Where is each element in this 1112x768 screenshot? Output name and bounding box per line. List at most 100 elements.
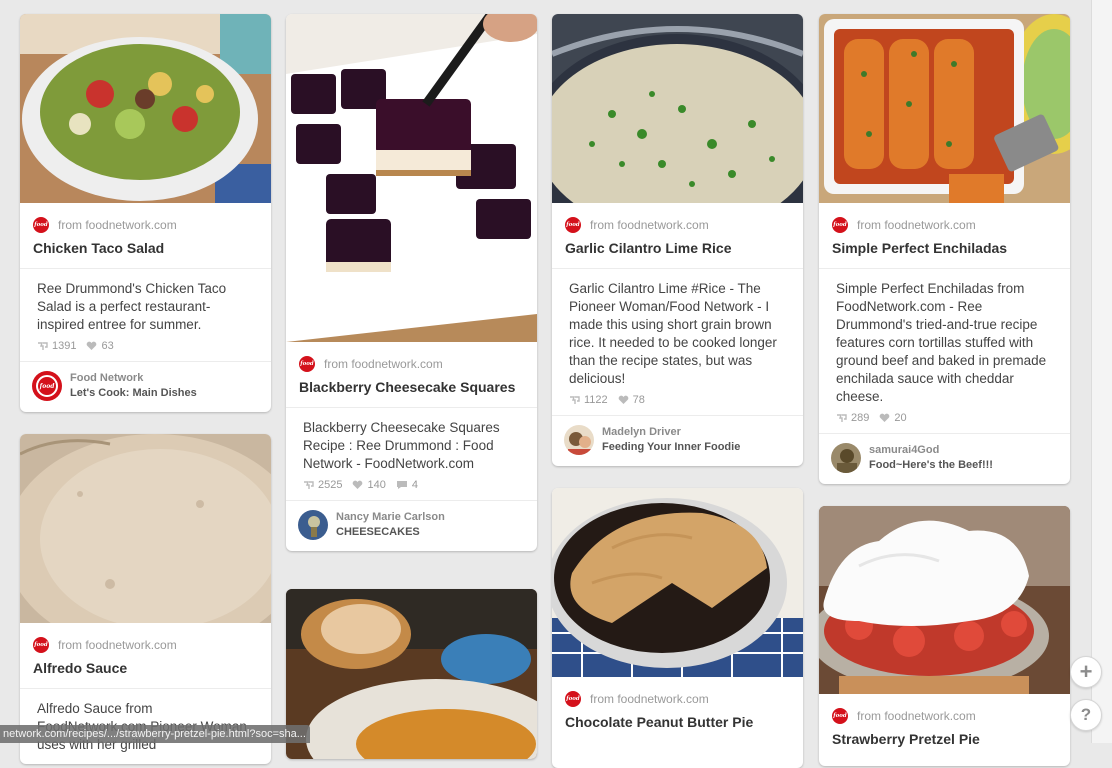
pin-image[interactable] bbox=[819, 14, 1070, 203]
pin-source[interactable]: food from foodnetwork.com bbox=[819, 694, 1070, 724]
pin-title[interactable]: Garlic Cilantro Lime Rice bbox=[552, 233, 803, 268]
pin-description: Ree Drummond's Chicken Taco Salad is a p… bbox=[37, 281, 227, 332]
add-button[interactable]: + bbox=[1070, 656, 1102, 688]
pin-image[interactable] bbox=[286, 14, 537, 342]
heart-icon bbox=[618, 395, 628, 404]
pin-stats: 289 20 bbox=[819, 410, 1070, 433]
like-count: 78 bbox=[618, 394, 645, 406]
pin-source[interactable]: food from foodnetwork.com bbox=[552, 677, 803, 707]
pin-source[interactable]: food from foodnetwork.com bbox=[20, 623, 271, 653]
pin-image[interactable] bbox=[20, 14, 271, 203]
repin-icon bbox=[304, 481, 314, 489]
pinner-info[interactable]: Nancy Marie Carlson CHEESECAKES bbox=[286, 501, 537, 551]
salad-image bbox=[20, 14, 271, 203]
question-icon: ? bbox=[1080, 705, 1092, 724]
pin-title[interactable]: Chocolate Peanut Butter Pie bbox=[552, 707, 803, 742]
pinner-info[interactable]: Madelyn Driver Feeding Your Inner Foodie bbox=[552, 416, 803, 466]
scrollbar[interactable] bbox=[1091, 0, 1112, 743]
pin-stats: 1391 63 bbox=[20, 338, 271, 361]
help-button[interactable]: ? bbox=[1070, 699, 1102, 731]
food-network-logo-icon: food bbox=[565, 217, 581, 233]
pin-title[interactable]: Strawberry Pretzel Pie bbox=[819, 724, 1070, 759]
like-count: 63 bbox=[86, 340, 114, 352]
repin-icon bbox=[837, 414, 847, 422]
pinner-avatar-image bbox=[831, 443, 861, 473]
plus-icon: + bbox=[1079, 659, 1093, 684]
pin-source[interactable]: food from foodnetwork.com bbox=[819, 203, 1070, 233]
food-network-logo-icon: food bbox=[565, 691, 581, 707]
heart-icon bbox=[353, 480, 363, 489]
board-name[interactable]: Let's Cook: Main Dishes bbox=[70, 386, 197, 401]
like-count: 20 bbox=[879, 412, 907, 424]
pin-card[interactable] bbox=[286, 589, 537, 759]
source-text: from foodnetwork.com bbox=[590, 218, 709, 232]
repin-count: 1122 bbox=[569, 394, 608, 406]
board-name[interactable]: Feeding Your Inner Foodie bbox=[602, 440, 740, 455]
pinner-info[interactable]: samurai4God Food~Here's the Beef!!! bbox=[819, 434, 1070, 484]
source-text: from foodnetwork.com bbox=[58, 638, 177, 652]
food-photo-image bbox=[286, 589, 537, 759]
pin-image[interactable] bbox=[552, 14, 803, 203]
alfredo-sauce-image bbox=[20, 434, 271, 623]
pin-source[interactable]: food from foodnetwork.com bbox=[286, 342, 537, 372]
pin-image[interactable] bbox=[819, 506, 1070, 694]
heart-icon bbox=[880, 413, 890, 422]
pin-card[interactable]: food from foodnetwork.com Garlic Cilantr… bbox=[552, 14, 803, 466]
repin-count: 289 bbox=[836, 412, 869, 424]
pinner-name[interactable]: Madelyn Driver bbox=[602, 425, 740, 440]
repin-count: 1391 bbox=[37, 340, 76, 352]
pin-card[interactable]: food from foodnetwork.com Strawberry Pre… bbox=[819, 506, 1070, 766]
pinner-name[interactable]: Nancy Marie Carlson bbox=[336, 510, 445, 525]
avatar[interactable] bbox=[564, 425, 594, 455]
pinner-avatar-image bbox=[564, 425, 594, 455]
food-network-logo-icon: food bbox=[832, 708, 848, 724]
pinner-name[interactable]: Food Network bbox=[70, 371, 197, 386]
pin-card[interactable]: food from foodnetwork.com Blackberry Che… bbox=[286, 14, 537, 551]
pin-description: Alfredo Sauce from FoodNetwork.com Pione… bbox=[37, 701, 247, 752]
pin-card[interactable]: food from foodnetwork.com Chocolate Pean… bbox=[552, 488, 803, 768]
pin-title[interactable]: Simple Perfect Enchiladas bbox=[819, 233, 1070, 268]
peanut-butter-pie-image bbox=[552, 488, 803, 677]
source-text: from foodnetwork.com bbox=[324, 357, 443, 371]
pin-description: Simple Perfect Enchiladas from FoodNetwo… bbox=[836, 281, 1047, 404]
pin-card[interactable]: food from foodnetwork.com Alfredo Sauce … bbox=[20, 434, 271, 764]
blackberry-cheesecake-image bbox=[286, 14, 537, 342]
source-text: from foodnetwork.com bbox=[857, 218, 976, 232]
pin-card[interactable]: food from foodnetwork.com Chicken Taco S… bbox=[20, 14, 271, 412]
rice-image bbox=[552, 14, 803, 203]
food-network-logo-icon: food bbox=[33, 217, 49, 233]
pinner-avatar-image bbox=[298, 510, 328, 540]
pin-description: Garlic Cilantro Lime #Rice - The Pioneer… bbox=[569, 281, 777, 386]
pin-title[interactable]: Alfredo Sauce bbox=[20, 653, 271, 688]
pinner-info[interactable]: food Food Network Let's Cook: Main Dishe… bbox=[20, 362, 271, 412]
avatar[interactable]: food bbox=[32, 371, 62, 401]
food-network-logo-icon: food bbox=[832, 217, 848, 233]
pinner-name[interactable]: samurai4God bbox=[869, 443, 993, 458]
source-text: from foodnetwork.com bbox=[857, 709, 976, 723]
board-name[interactable]: CHEESECAKES bbox=[336, 525, 445, 540]
pin-card[interactable]: food from foodnetwork.com Simple Perfect… bbox=[819, 14, 1070, 484]
pin-title[interactable]: Chicken Taco Salad bbox=[20, 233, 271, 268]
repin-count: 2525 bbox=[303, 479, 342, 491]
avatar[interactable] bbox=[831, 443, 861, 473]
food-network-logo-icon: food bbox=[36, 375, 58, 397]
pin-source[interactable]: food from foodnetwork.com bbox=[552, 203, 803, 233]
pin-stats: 2525 140 4 bbox=[286, 477, 537, 500]
comment-count: 4 bbox=[396, 479, 418, 491]
source-text: from foodnetwork.com bbox=[590, 692, 709, 706]
pin-source[interactable]: food from foodnetwork.com bbox=[20, 203, 271, 233]
like-count: 140 bbox=[352, 479, 386, 491]
food-network-logo-icon: food bbox=[33, 637, 49, 653]
source-text: from foodnetwork.com bbox=[58, 218, 177, 232]
pin-image[interactable] bbox=[552, 488, 803, 677]
avatar[interactable] bbox=[298, 510, 328, 540]
comment-icon bbox=[396, 481, 407, 489]
pin-title[interactable]: Blackberry Cheesecake Squares bbox=[286, 372, 537, 407]
board-name[interactable]: Food~Here's the Beef!!! bbox=[869, 458, 993, 473]
status-bar-url: network.com/recipes/.../strawberry-pretz… bbox=[0, 725, 310, 743]
repin-icon bbox=[38, 342, 48, 350]
heart-icon bbox=[87, 341, 97, 350]
pin-image[interactable] bbox=[286, 589, 537, 759]
pin-image[interactable] bbox=[20, 434, 271, 623]
enchiladas-image bbox=[819, 14, 1070, 203]
